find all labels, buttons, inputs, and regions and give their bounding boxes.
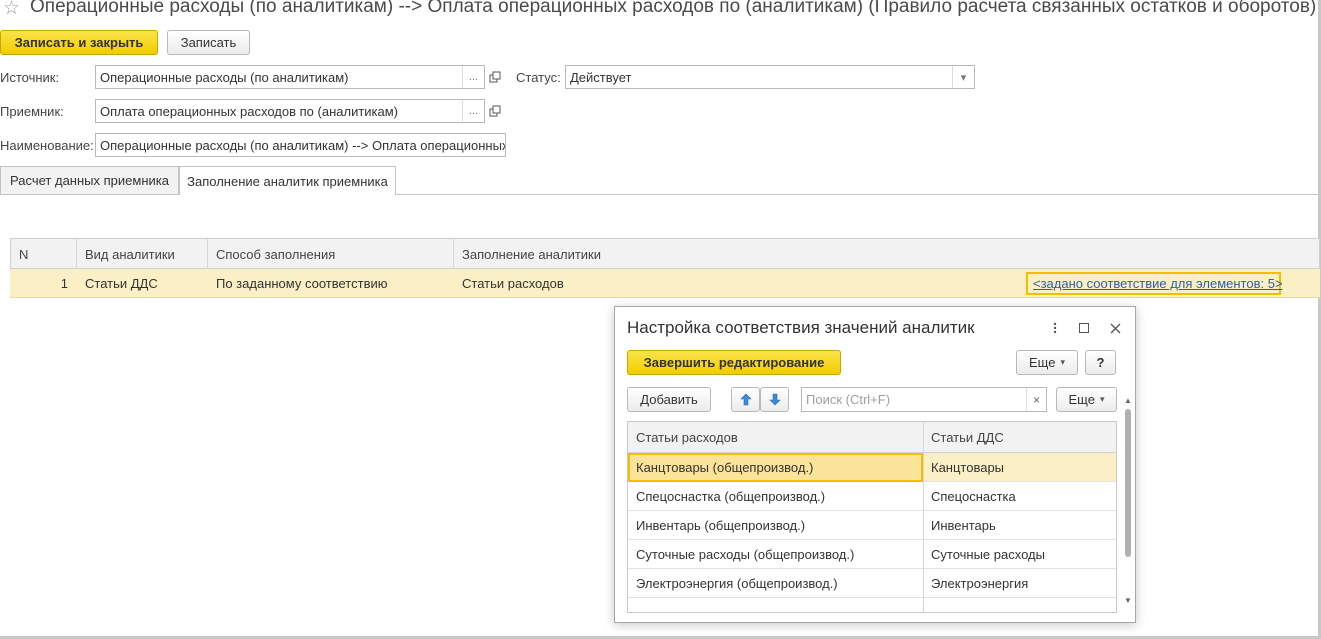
source-label: Источник: [0,70,60,85]
row-method: По заданному соответствию [216,276,388,291]
grid-col-kind[interactable]: Вид аналитики [77,239,208,270]
window-title: Операционные расходы (по аналитикам) -->… [30,0,1317,17]
clear-search-button[interactable]: × [1026,388,1046,411]
receiver-field[interactable]: Оплата операционных расходов по (аналити… [95,99,485,123]
source-open-icon[interactable] [487,69,503,85]
status-label: Статус: [516,70,561,85]
move-down-button[interactable] [760,387,789,412]
receiver-select-button[interactable]: ... [462,100,484,122]
move-up-button[interactable] [731,387,760,412]
search-input[interactable] [802,388,1026,411]
cell-dds[interactable]: Инвентарь [923,511,996,540]
finish-editing-button[interactable]: Завершить редактирование [627,350,841,375]
receiver-value: Оплата операционных расходов по (аналити… [100,103,399,119]
scroll-up-icon[interactable]: ▲ [1123,395,1133,405]
tab-receiver-data[interactable]: Расчет данных приемника [0,166,179,194]
scroll-thumb[interactable] [1125,409,1131,557]
table-row[interactable]: Спецоснастка (общепроизвод.) Спецоснастк… [628,482,1116,511]
cell-dds[interactable]: Электроэнергия [923,569,1028,598]
cell-dds[interactable]: Суточные расходы [923,540,1045,569]
row-number: 1 [60,276,68,291]
table-more-label: Еще [1068,392,1095,407]
arrow-down-icon [768,393,781,406]
help-button[interactable]: ? [1085,350,1116,375]
grid-col-method[interactable]: Способ заполнения [208,239,454,270]
cell-expense[interactable]: Суточные расходы (общепроизвод.) [628,540,854,569]
table-row[interactable]: Канцтовары (общепроизвод.) Канцтовары [628,453,1116,482]
more-button[interactable]: Еще ▾ [1016,350,1078,375]
tab-receiver-analytics[interactable]: Заполнение аналитик приемника [179,166,396,195]
col-expense-items[interactable]: Статьи расходов [628,422,923,453]
mapping-dialog: Настройка соответствия значений аналитик… [614,306,1136,623]
table-more-button[interactable]: Еще ▾ [1056,387,1117,412]
scroll-down-icon[interactable]: ▼ [1123,595,1133,605]
name-field[interactable]: Операционные расходы (по аналитикам) -->… [95,133,506,157]
add-button[interactable]: Добавить [627,387,711,412]
table-row[interactable]: Суточные расходы (общепроизвод.) Суточны… [628,540,1116,569]
mapping-table-header: Статьи расходов Статьи ДДС [628,422,1116,453]
status-dropdown[interactable]: Действует ▾ [565,65,975,89]
table-row[interactable]: Электроэнергия (общепроизвод.) Электроэн… [628,569,1116,598]
more-button-label: Еще [1029,355,1056,370]
favorite-star-icon[interactable]: ☆ [3,0,20,20]
cell-expense[interactable]: Инвентарь (общепроизвод.) [628,511,805,540]
more-options-icon[interactable] [1046,319,1064,337]
receiver-open-icon[interactable] [487,103,503,119]
close-icon[interactable] [1106,319,1124,337]
grid-header: N Вид аналитики Способ заполнения Заполн… [10,238,1320,270]
status-value: Действует [570,69,632,85]
arrow-up-icon [739,393,752,406]
receiver-label: Приемник: [0,104,64,119]
table-row[interactable]: 1 Статьи ДДС По заданному соответствию С… [10,269,1320,298]
search-field[interactable]: × [801,387,1047,412]
chevron-down-icon[interactable]: ▾ [952,66,974,88]
table-scrollbar[interactable]: ▲ ▼ [1123,395,1133,607]
source-field[interactable]: Операционные расходы (по аналитикам) ... [95,65,485,89]
save-and-close-button[interactable]: Записать и закрыть [0,30,158,55]
grid-col-fill[interactable]: Заполнение аналитики [454,239,1319,270]
cell-expense[interactable]: Электроэнергия (общепроизвод.) [628,569,838,598]
cell-dds[interactable]: Канцтовары [923,453,1004,482]
grid-col-n[interactable]: N [11,239,77,270]
correspondence-link[interactable]: <задано соответствие для элементов: 5> [1026,272,1283,295]
cell-expense[interactable]: Спецоснастка (общепроизвод.) [628,482,825,511]
cell-dds[interactable]: Спецоснастка [923,482,1016,511]
source-select-button[interactable]: ... [462,66,484,88]
save-button[interactable]: Записать [167,30,250,55]
col-dds-items[interactable]: Статьи ДДС [923,422,1116,453]
mapping-table: Статьи расходов Статьи ДДС Канцтовары (о… [627,421,1117,613]
row-kind: Статьи ДДС [85,276,158,291]
table-row[interactable]: Инвентарь (общепроизвод.) Инвентарь [628,511,1116,540]
chevron-down-icon: ▾ [1099,394,1105,404]
name-label: Наименование: [0,138,94,153]
row-fill: Статьи расходов [462,276,564,291]
source-value: Операционные расходы (по аналитикам) [100,69,349,85]
dialog-title: Настройка соответствия значений аналитик [627,318,975,337]
maximize-icon[interactable] [1075,319,1093,337]
chevron-down-icon: ▾ [1060,357,1065,367]
cell-expense[interactable]: Канцтовары (общепроизвод.) [628,453,923,482]
column-divider [923,422,924,612]
name-value: Операционные расходы (по аналитикам) -->… [100,137,505,153]
